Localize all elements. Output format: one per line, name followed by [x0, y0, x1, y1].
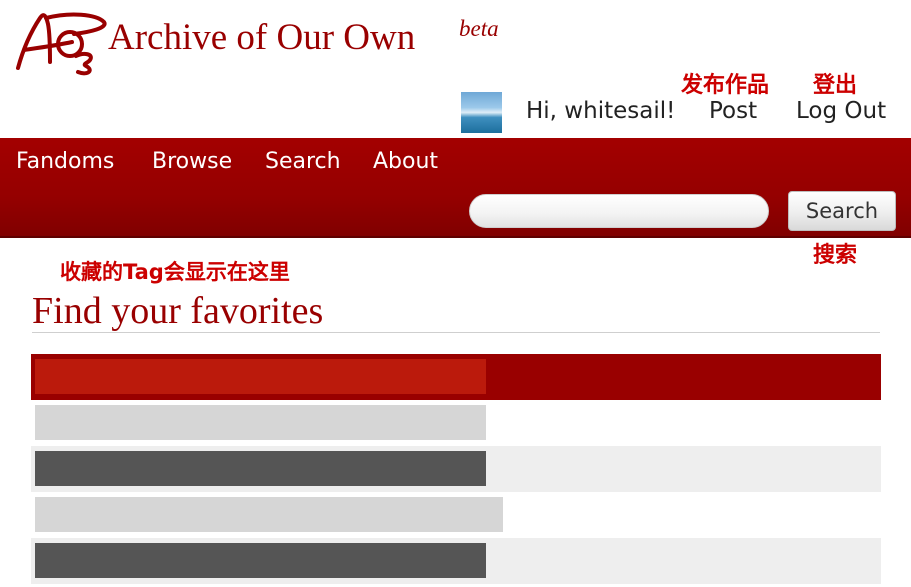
nav-item-about[interactable]: About [373, 148, 438, 176]
primary-nav-bar [0, 138, 911, 238]
favorite-tags-list [31, 354, 881, 584]
ao3-logo-icon[interactable] [10, 6, 108, 76]
site-title[interactable]: Archive of Our Own [108, 18, 415, 58]
favorite-tag-placeholder [35, 405, 486, 440]
user-greeting-link[interactable]: Hi, whitesail! [526, 97, 675, 125]
beta-label: beta [459, 16, 499, 41]
favorite-tags-annotation: 收藏的Tag会显示在这里 [60, 260, 290, 284]
favorite-tag-row[interactable] [31, 354, 881, 400]
nav-item-browse[interactable]: Browse [152, 148, 232, 176]
favorite-tag-row[interactable] [31, 538, 881, 584]
favorite-tag-placeholder [35, 497, 503, 532]
favorite-tag-placeholder [35, 543, 486, 578]
post-link[interactable]: Post [709, 97, 757, 125]
favorite-tag-placeholder [35, 451, 486, 486]
favorite-tag-placeholder [35, 359, 486, 394]
favorite-tag-row[interactable] [31, 492, 881, 538]
page-title: Find your favorites [32, 290, 880, 333]
favorite-tag-row[interactable] [31, 446, 881, 492]
search-button[interactable]: Search [788, 191, 896, 231]
search-input[interactable] [469, 194, 769, 228]
search-annotation: 搜索 [813, 243, 858, 268]
logout-annotation: 登出 [813, 73, 858, 98]
nav-item-search[interactable]: Search [265, 148, 341, 176]
post-annotation: 发布作品 [681, 73, 770, 98]
favorite-tag-row[interactable] [31, 400, 881, 446]
logout-link[interactable]: Log Out [796, 97, 886, 125]
user-avatar[interactable] [461, 92, 502, 133]
nav-item-fandoms[interactable]: Fandoms [16, 148, 114, 176]
